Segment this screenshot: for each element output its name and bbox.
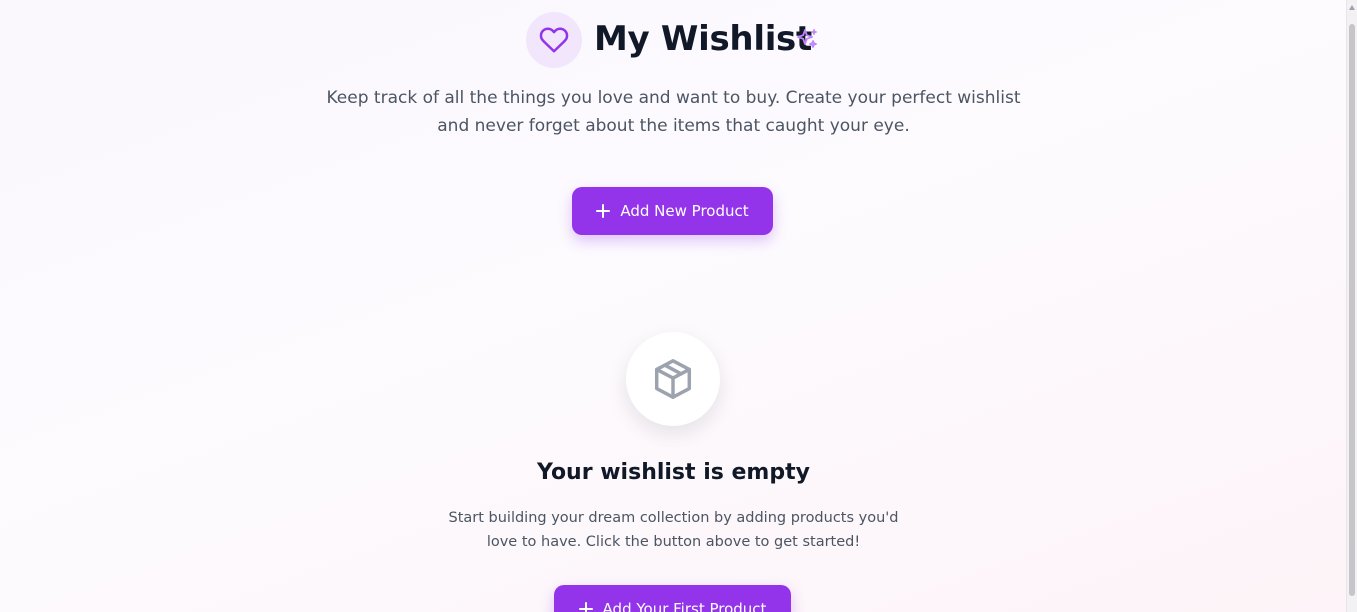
page-subtitle: Keep track of all the things you love an… (0, 84, 1347, 140)
empty-state-text-line-1: Start building your dream collection by … (448, 510, 899, 526)
add-first-product-label: Add Your First Product (602, 600, 767, 612)
package-icon (654, 359, 692, 399)
add-new-product-button[interactable]: Add New Product (572, 187, 773, 235)
wishlist-page: My Wishlist Keep track of all the things… (0, 0, 1347, 612)
empty-state-title: Your wishlist is empty (537, 460, 810, 485)
scrollbar-thumb[interactable] (1349, 24, 1355, 596)
empty-state-icon-circle (626, 332, 720, 426)
sparkles-icon (797, 29, 817, 48)
heart-icon (539, 27, 569, 53)
scroll-up-arrow-icon[interactable] (1349, 5, 1355, 10)
subtitle-line-1: Keep track of all the things you love an… (326, 88, 1021, 108)
vertical-scrollbar[interactable] (1346, 0, 1357, 612)
plus-icon (578, 602, 593, 612)
add-new-product-label: Add New Product (620, 202, 749, 220)
heart-badge (526, 12, 582, 68)
subtitle-line-2: and never forget about the items that ca… (437, 116, 910, 136)
empty-state-text: Start building your dream collection by … (0, 506, 1347, 554)
page-title: My Wishlist (594, 19, 812, 59)
empty-state-text-line-2: love to have. Click the button above to … (486, 534, 861, 550)
add-first-product-button[interactable]: Add Your First Product (554, 585, 791, 612)
plus-icon (596, 204, 611, 218)
